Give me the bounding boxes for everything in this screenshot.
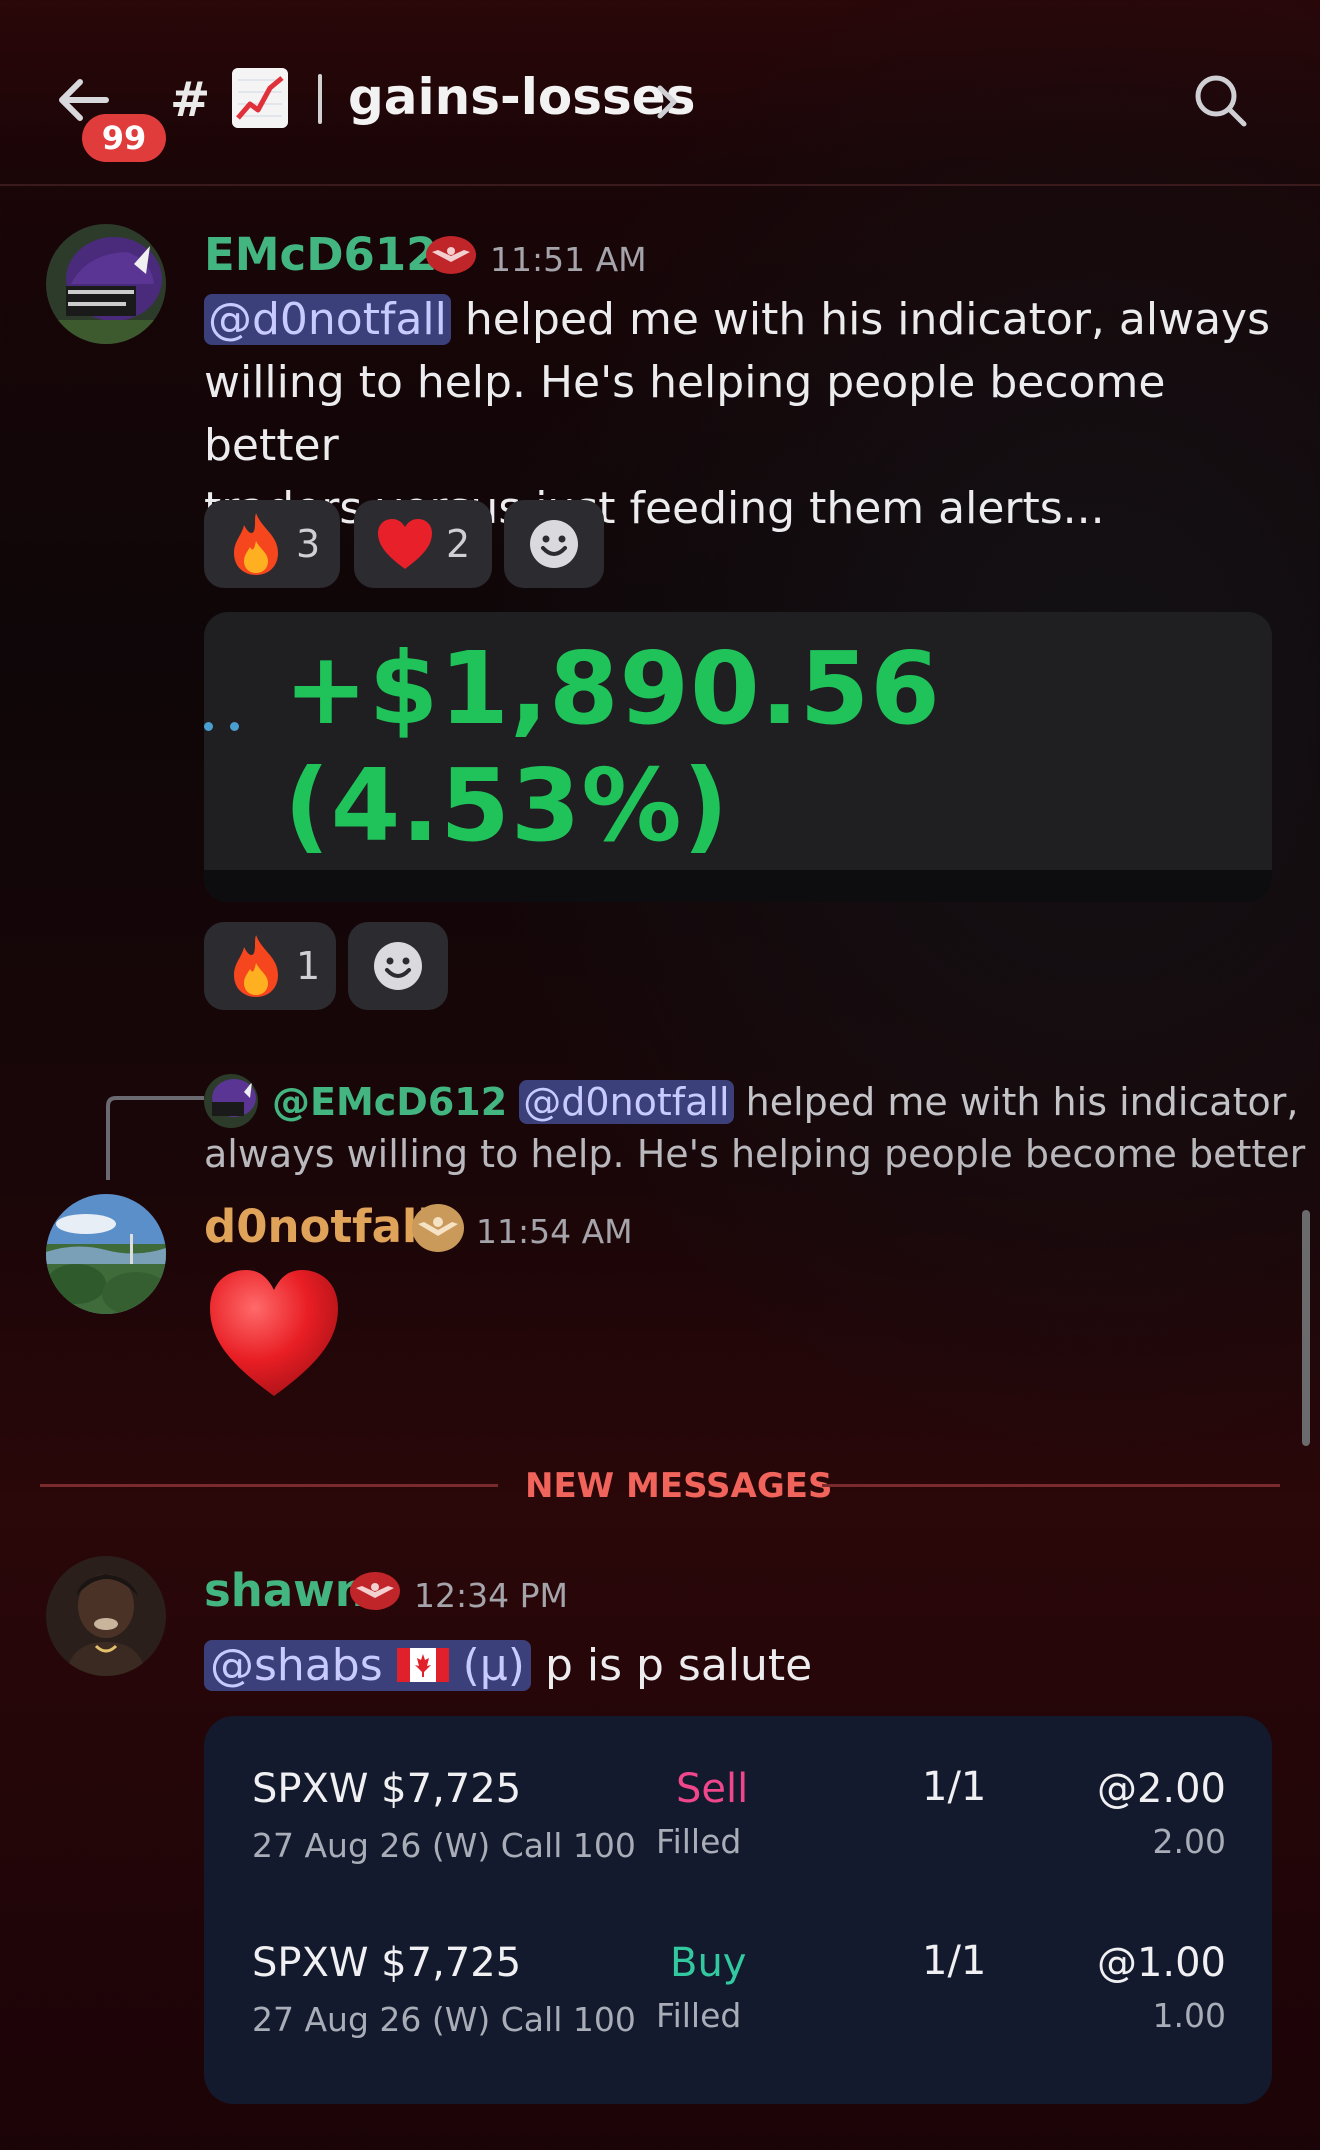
- avatar[interactable]: [46, 1556, 166, 1676]
- add-reaction-button[interactable]: [348, 922, 448, 1010]
- message-author[interactable]: d0notfall: [204, 1200, 433, 1253]
- trade-status: Filled: [656, 1996, 742, 2035]
- image-attachment[interactable]: +$1,890.56 (4.53%): [204, 612, 1272, 902]
- message-timestamp: 11:54 AM: [476, 1212, 633, 1251]
- trade-status: Filled: [656, 1822, 742, 1861]
- helmet-avatar-icon: [204, 1074, 258, 1128]
- mention-name: @shabs: [210, 1640, 383, 1691]
- trade-side: Sell: [676, 1766, 749, 1812]
- trade-symbol: SPXW $7,725: [252, 1766, 522, 1812]
- reply-preview[interactable]: @EMcD612 @d0notfall helped me with his i…: [272, 1074, 1298, 1130]
- dots-indicator: [204, 722, 240, 736]
- mention-suffix: (μ): [448, 1640, 525, 1691]
- pnl-value: +$1,890.56 (4.53%): [284, 630, 941, 864]
- channel-name[interactable]: gains-losses: [348, 68, 695, 126]
- message-body: @shabs (μ) p is p salute: [204, 1634, 812, 1697]
- image-bottom-edge: [204, 870, 1272, 902]
- message-author[interactable]: shawn: [204, 1564, 367, 1617]
- channel-hash-icon: #: [170, 72, 211, 128]
- trade-fill: 2.00: [1152, 1822, 1226, 1861]
- reaction-count: 1: [296, 944, 321, 988]
- trade-qty: 1/1: [922, 1938, 987, 1984]
- trade-qty: 1/1: [922, 1764, 987, 1810]
- reply-text: always willing to help. He's helping peo…: [204, 1132, 1320, 1176]
- fire-emoji-icon: [234, 513, 278, 575]
- trade-side: Buy: [670, 1940, 747, 1986]
- reaction-fire[interactable]: 3: [204, 500, 340, 588]
- message-author[interactable]: EMcD612: [204, 228, 437, 281]
- avatar[interactable]: [46, 1194, 166, 1314]
- trade-price: @1.00: [1096, 1940, 1226, 1986]
- user-mention[interactable]: @d0notfall: [204, 294, 451, 345]
- reply-author: @EMcD612: [272, 1080, 508, 1124]
- chart-emoji-icon: [232, 68, 288, 128]
- channel-header: 99 # gains-losses: [0, 0, 1320, 186]
- user-mention[interactable]: @shabs (μ): [204, 1640, 531, 1691]
- message-line: willing to help. He's helping people bec…: [204, 357, 1166, 471]
- divider-line: [40, 1484, 498, 1487]
- role-badge-icon: [350, 1572, 400, 1610]
- trade-symbol: SPXW $7,725: [252, 1940, 522, 1986]
- reaction-count: 3: [296, 522, 321, 566]
- reply-text: helped me with his indicator,: [733, 1080, 1299, 1124]
- header-separator: [318, 74, 322, 124]
- message-line: p is p salute: [530, 1640, 813, 1691]
- fire-emoji-icon: [234, 935, 278, 997]
- reaction-count: 2: [446, 522, 471, 566]
- unread-badge: 99: [82, 114, 166, 162]
- helmet-avatar-icon: [46, 224, 166, 344]
- landscape-avatar-icon: [46, 1194, 166, 1314]
- reaction-heart[interactable]: 2: [354, 500, 492, 588]
- role-badge-icon: [426, 236, 476, 274]
- reply-connector: [106, 1096, 204, 1180]
- heart-emoji-icon: [378, 519, 432, 569]
- new-messages-divider: NEW MESSAGES: [525, 1466, 833, 1506]
- scrollbar[interactable]: [1302, 1210, 1310, 1446]
- divider-line: [822, 1484, 1280, 1487]
- smiley-icon: [374, 942, 422, 990]
- add-reaction-button[interactable]: [504, 500, 604, 588]
- reaction-fire[interactable]: 1: [204, 922, 336, 1010]
- avatar[interactable]: [46, 224, 166, 344]
- chevron-right-icon[interactable]: [652, 82, 682, 122]
- canada-flag-icon: [396, 1648, 449, 1682]
- trade-embed[interactable]: SPXW $7,725 27 Aug 26 (W) Call 100 Sell …: [204, 1716, 1272, 2104]
- role-badge-icon: [412, 1204, 464, 1252]
- trade-fill: 1.00: [1152, 1996, 1226, 2035]
- message-line: helped me with his indicator, always: [450, 294, 1271, 345]
- trade-detail: 27 Aug 26 (W) Call 100: [252, 1826, 636, 1865]
- message-timestamp: 11:51 AM: [490, 240, 647, 279]
- heart-emoji-icon: [210, 1270, 338, 1396]
- user-mention[interactable]: @d0notfall: [519, 1080, 734, 1124]
- smiley-icon: [530, 520, 578, 568]
- reply-avatar: [204, 1074, 258, 1128]
- trade-price: @2.00: [1096, 1766, 1226, 1812]
- person-avatar-icon: [46, 1556, 166, 1676]
- search-icon[interactable]: [1190, 70, 1250, 130]
- trade-detail: 27 Aug 26 (W) Call 100: [252, 2000, 636, 2039]
- message-timestamp: 12:34 PM: [414, 1576, 568, 1615]
